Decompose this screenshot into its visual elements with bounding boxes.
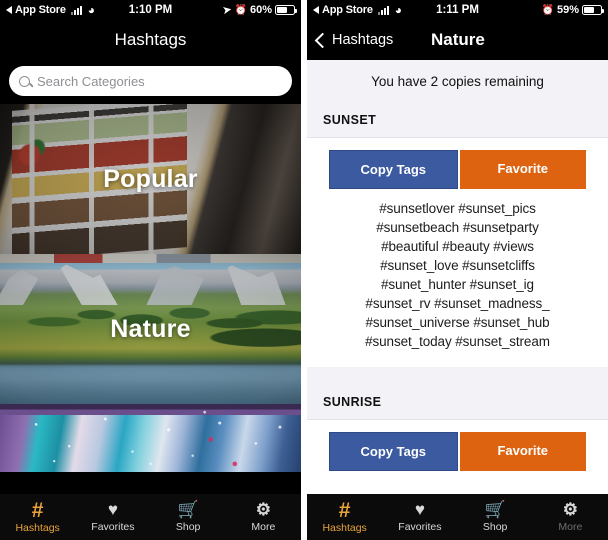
status-right-group: ➤ ⏰ 60% — [222, 3, 297, 17]
tab-more[interactable]: ⚙ More — [533, 500, 608, 534]
heart-icon: ♥ — [107, 500, 118, 519]
status-back-to-app-store[interactable]: App Store ◕ — [6, 4, 95, 16]
search-placeholder: Search Categories — [37, 73, 145, 89]
tag-list-sunset[interactable]: #sunsetlover #sunset_pics #sunsetbeach #… — [307, 189, 608, 367]
tab-favorites[interactable]: ♥ Favorites — [382, 500, 457, 534]
right-status-bar: App Store ◕ 1:11 PM ⏰ 59% — [307, 0, 608, 20]
battery-icon — [582, 5, 604, 15]
heart-icon: ♥ — [414, 500, 425, 519]
alarm-clock-icon: ⏰ — [234, 4, 247, 16]
right-tab-bar: # Hashtags ♥ Favorites 🛒 Shop ⚙ More — [307, 494, 608, 540]
copy-tags-button-sunrise[interactable]: Copy Tags — [329, 432, 458, 471]
tab-favorites[interactable]: ♥ Favorites — [75, 500, 150, 534]
right-nav-bar: Hashtags Nature — [307, 20, 608, 60]
search-icon — [19, 75, 30, 87]
tab-label-favorites: Favorites — [398, 521, 442, 533]
tab-more[interactable]: ⚙ More — [226, 500, 301, 534]
back-button[interactable]: Hashtags — [314, 32, 394, 48]
tab-shop[interactable]: 🛒 Shop — [458, 500, 533, 534]
gear-icon: ⚙ — [255, 500, 271, 519]
favorite-button-sunset[interactable]: Favorite — [459, 150, 586, 189]
tab-hashtags[interactable]: # Hashtags — [307, 498, 382, 534]
hashtag-icon: # — [338, 498, 351, 522]
category-label-nature: Nature — [110, 314, 191, 343]
tag-line: #sunsetbeach #sunsetparty — [376, 220, 539, 235]
status-right-group: ⏰ 59% — [541, 4, 604, 16]
tab-label-shop: Shop — [482, 521, 508, 533]
copy-tags-button-sunset[interactable]: Copy Tags — [329, 150, 458, 189]
back-triangle-icon — [313, 6, 319, 14]
status-back-to-app-store[interactable]: App Store ◕ — [313, 4, 402, 16]
status-back-label: App Store — [322, 4, 373, 16]
tab-shop[interactable]: 🛒 Shop — [151, 500, 226, 534]
alarm-clock-icon: ⏰ — [541, 4, 554, 16]
tab-label-favorites: Favorites — [91, 521, 135, 533]
right-phone-screen: App Store ◕ 1:11 PM ⏰ 59% Hashtags Natur… — [307, 0, 608, 540]
tab-label-more: More — [251, 521, 276, 533]
chevron-left-icon — [314, 32, 331, 48]
left-tab-bar: # Hashtags ♥ Favorites 🛒 Shop ⚙ More — [0, 494, 301, 540]
section-header-sunrise: SUNRISE — [307, 367, 608, 420]
tag-line: #sunset_today #sunset_stream — [365, 334, 550, 349]
tab-hashtags[interactable]: # Hashtags — [0, 498, 75, 534]
status-battery-percent: 59% — [556, 4, 579, 16]
back-button-label: Hashtags — [332, 32, 394, 48]
category-card-nature[interactable]: Nature — [0, 254, 301, 404]
shopping-cart-icon: 🛒 — [177, 500, 199, 519]
wifi-icon: ◕ — [87, 3, 96, 17]
copies-remaining-notice: You have 2 copies remaining — [307, 60, 608, 103]
shopping-cart-icon: 🛒 — [484, 500, 506, 519]
gear-icon: ⚙ — [562, 500, 578, 519]
status-back-label: App Store — [15, 4, 66, 16]
left-phone-screen: App Store ◕ 1:10 PM ➤ ⏰ 60% Hashtags Sea… — [0, 0, 301, 540]
tag-line: #sunset_rv #sunset_madness_ — [365, 296, 550, 311]
tab-label-more: More — [558, 521, 583, 533]
tag-line: #beautiful #beauty #views — [381, 239, 534, 254]
page-title: Nature — [431, 30, 485, 49]
search-input[interactable]: Search Categories — [9, 66, 292, 96]
category-card-popular[interactable]: Popular — [0, 104, 301, 254]
left-nav-bar: Hashtags — [0, 20, 301, 60]
favorite-button-sunrise[interactable]: Favorite — [459, 432, 586, 471]
category-card-partial[interactable] — [0, 404, 301, 472]
tab-label-hashtags: Hashtags — [322, 521, 367, 534]
detail-scroll-area[interactable]: You have 2 copies remaining SUNSET Copy … — [307, 60, 608, 494]
location-arrow-icon: ➤ — [222, 3, 233, 17]
category-card-list: Popular Nature — [0, 104, 301, 472]
hashtag-icon: # — [31, 498, 44, 522]
dual-screenshot-container: App Store ◕ 1:10 PM ➤ ⏰ 60% Hashtags Sea… — [0, 0, 608, 540]
tag-line: #sunset_universe #sunset_hub — [365, 315, 550, 330]
page-title: Hashtags — [114, 30, 187, 49]
category-image-glitter — [0, 404, 301, 472]
wifi-icon: ◕ — [394, 3, 403, 17]
left-status-bar: App Store ◕ 1:10 PM ➤ ⏰ 60% — [0, 0, 301, 20]
section-header-sunset: SUNSET — [307, 103, 608, 138]
signal-bars-icon — [377, 5, 389, 15]
sunset-action-row: Copy Tags Favorite — [307, 138, 608, 189]
tab-label-hashtags: Hashtags — [15, 521, 60, 534]
status-battery-percent: 60% — [249, 4, 272, 16]
search-container: Search Categories — [0, 60, 301, 104]
category-label-popular: Popular — [103, 164, 198, 193]
back-triangle-icon — [6, 6, 12, 14]
tag-line: #sunsetlover #sunset_pics — [379, 201, 536, 216]
sunrise-action-row: Copy Tags Favorite — [307, 420, 608, 471]
tag-line: #sunet_hunter #sunset_ig — [381, 277, 534, 292]
tag-line: #sunset_love #sunsetcliffs — [380, 258, 535, 273]
signal-bars-icon — [70, 5, 82, 15]
tab-label-shop: Shop — [175, 521, 201, 533]
battery-icon — [275, 5, 297, 15]
